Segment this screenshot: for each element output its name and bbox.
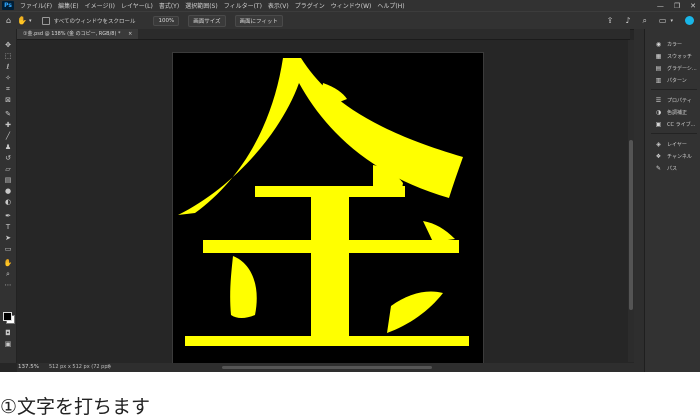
menu-filter[interactable]: フィルター(T) (224, 1, 262, 10)
vertical-scroll-thumb[interactable] (629, 140, 633, 310)
home-icon[interactable]: ⌂ (6, 16, 11, 25)
avatar[interactable] (685, 16, 694, 25)
patterns-icon: ▥ (655, 76, 662, 84)
lasso-tool-icon[interactable]: ℓ (3, 63, 13, 72)
gradient-tool-icon[interactable]: ▤ (3, 176, 13, 185)
type-tool-icon[interactable]: T (3, 223, 13, 232)
adjustments-icon: ◑ (655, 108, 662, 116)
panel-gradients[interactable]: ▤ グラデーシ... (655, 63, 697, 73)
photoshop-window: Ps ファイル(F) 編集(E) イメージ(I) レイヤー(L) 書式(Y) 選… (0, 0, 700, 372)
panel-swatches[interactable]: ▦ スウォッチ (655, 51, 692, 61)
document-tab-bar: ①金.psd @ 138% (金 のコピー, RGB/8) * × (17, 29, 630, 40)
screen-mode-icon[interactable]: ▣ (3, 340, 13, 349)
photoshop-logo-icon: Ps (2, 1, 14, 10)
zoom-100-button[interactable]: 100% (153, 15, 180, 26)
healing-brush-tool-icon[interactable]: ✚ (3, 121, 13, 130)
search-icon[interactable]: ⌕ (642, 16, 646, 26)
menu-file[interactable]: ファイル(F) (20, 1, 52, 10)
fill-screen-button[interactable]: 画面にフィット (234, 14, 283, 27)
hand-tool-icon[interactable]: ✋ (3, 259, 13, 268)
horizontal-scrollbar[interactable] (222, 366, 432, 369)
workspace-icon[interactable]: ▭ (659, 16, 667, 25)
kanji-kin-glyph (178, 58, 469, 346)
layers-icon: ◈ (656, 140, 661, 148)
magic-wand-tool-icon[interactable]: ✧ (3, 74, 13, 83)
zoom-level[interactable]: 137.5% (18, 363, 39, 372)
restore-button[interactable]: ❐ (674, 2, 680, 10)
menu-view[interactable]: 表示(V) (268, 1, 289, 10)
gradients-icon: ▤ (655, 64, 662, 72)
path-selection-tool-icon[interactable]: ➤ (3, 234, 13, 243)
tools-panel: ✥ ⬚ ℓ ✧ ⌗ ⊠ ✎ ✚ ╱ ♟ ↺ ▱ ▤ ● ◐ ✒ T ➤ ▭ ✋ … (0, 29, 17, 363)
menu-edit[interactable]: 編集(E) (58, 1, 78, 10)
canvas-area[interactable] (17, 40, 628, 364)
panels-dock: ◉ カラー ▦ スウォッチ ▤ グラデーシ... ▥ パターン ☰ プロパティ … (644, 29, 700, 372)
step-caption: ①文字を打ちます (0, 396, 151, 418)
minimize-button[interactable]: — (657, 2, 664, 10)
menu-image[interactable]: イメージ(I) (85, 1, 115, 10)
foreground-color-swatch[interactable] (3, 312, 12, 321)
marquee-tool-icon[interactable]: ⬚ (3, 52, 13, 61)
menu-select[interactable]: 選択範囲(S) (185, 1, 218, 10)
top-right-icons: ⇪ ♪ ⌕ ▭ ▾ (607, 12, 694, 29)
panel-divider (651, 133, 697, 134)
pen-tool-icon[interactable]: ✒ (3, 212, 13, 221)
scroll-all-windows-checkbox[interactable] (41, 16, 50, 25)
eraser-tool-icon[interactable]: ▱ (3, 165, 13, 174)
panel-patterns[interactable]: ▥ パターン (655, 75, 687, 85)
dodge-tool-icon[interactable]: ◐ (3, 198, 13, 207)
bell-icon[interactable]: ♪ (625, 16, 630, 25)
document-tab-title: ①金.psd @ 138% (金 のコピー, RGB/8) * (23, 31, 121, 37)
panel-divider (651, 89, 697, 90)
channels-icon: ❖ (655, 152, 662, 160)
close-tab-icon[interactable]: × (128, 31, 132, 37)
chevron-down-icon[interactable]: ▾ (670, 18, 673, 24)
zoom-tool-icon[interactable]: ⌕ (3, 270, 13, 279)
move-tool-icon[interactable]: ✥ (3, 41, 13, 50)
document-canvas[interactable] (172, 52, 484, 364)
share-icon[interactable]: ⇪ (607, 16, 614, 25)
menu-help[interactable]: ヘルプ(H) (377, 1, 404, 10)
panel-properties[interactable]: ☰ プロパティ (655, 95, 692, 105)
status-bar: 137.5% 512 px x 512 px (72 ppi) > (17, 363, 644, 372)
history-brush-tool-icon[interactable]: ↺ (3, 154, 13, 163)
libraries-icon: ▣ (655, 120, 662, 128)
panel-adjustments[interactable]: ◑ 色調補正 (655, 107, 687, 117)
panel-layers[interactable]: ◈ レイヤー (655, 139, 687, 149)
menu-bar: Ps ファイル(F) 編集(E) イメージ(I) レイヤー(L) 書式(Y) 選… (0, 0, 700, 11)
rectangle-tool-icon[interactable]: ▭ (3, 245, 13, 254)
quick-mask-icon[interactable]: ◘ (3, 329, 13, 338)
fit-screen-button[interactable]: 画面サイズ (188, 14, 226, 27)
panel-collapse-strip[interactable] (634, 29, 644, 363)
hand-tool-icon[interactable]: ✋ (17, 16, 27, 25)
panel-paths[interactable]: ✎ パス (655, 163, 677, 173)
paths-icon: ✎ (655, 164, 662, 172)
menu-layer[interactable]: レイヤー(L) (121, 1, 153, 10)
brush-tool-icon[interactable]: ╱ (3, 132, 13, 141)
blur-tool-icon[interactable]: ● (3, 187, 13, 196)
frame-tool-icon[interactable]: ⊠ (3, 96, 13, 105)
status-menu-arrow[interactable]: > (107, 363, 111, 372)
scroll-all-windows-label: すべてのウィンドウをスクロール (53, 18, 136, 25)
color-icon: ◉ (655, 40, 662, 48)
eyedropper-tool-icon[interactable]: ✎ (3, 110, 13, 119)
menu-plugins[interactable]: プラグイン (295, 1, 325, 10)
menu-type[interactable]: 書式(Y) (159, 1, 179, 10)
clone-stamp-tool-icon[interactable]: ♟ (3, 143, 13, 152)
more-tools-icon[interactable]: ⋯ (3, 281, 13, 290)
document-info: 512 px x 512 px (72 ppi) (49, 364, 111, 370)
window-controls: — ❐ ✕ (657, 0, 696, 11)
crop-tool-icon[interactable]: ⌗ (3, 85, 13, 94)
options-bar: ⌂ ✋ ▾ すべてのウィンドウをスクロール 100% 画面サイズ 画面にフィット… (0, 11, 700, 30)
panel-cc-libraries[interactable]: ▣ CC ライブ... (655, 119, 696, 129)
document-tab[interactable]: ①金.psd @ 138% (金 のコピー, RGB/8) * × (17, 29, 139, 39)
panel-channels[interactable]: ❖ チャンネル (655, 151, 692, 161)
panel-color[interactable]: ◉ カラー (655, 39, 682, 49)
swatches-icon: ▦ (655, 52, 662, 60)
menu-window[interactable]: ウィンドウ(W) (331, 1, 372, 10)
properties-icon: ☰ (655, 96, 662, 104)
chevron-down-icon[interactable]: ▾ (29, 18, 32, 24)
close-window-button[interactable]: ✕ (690, 2, 696, 10)
